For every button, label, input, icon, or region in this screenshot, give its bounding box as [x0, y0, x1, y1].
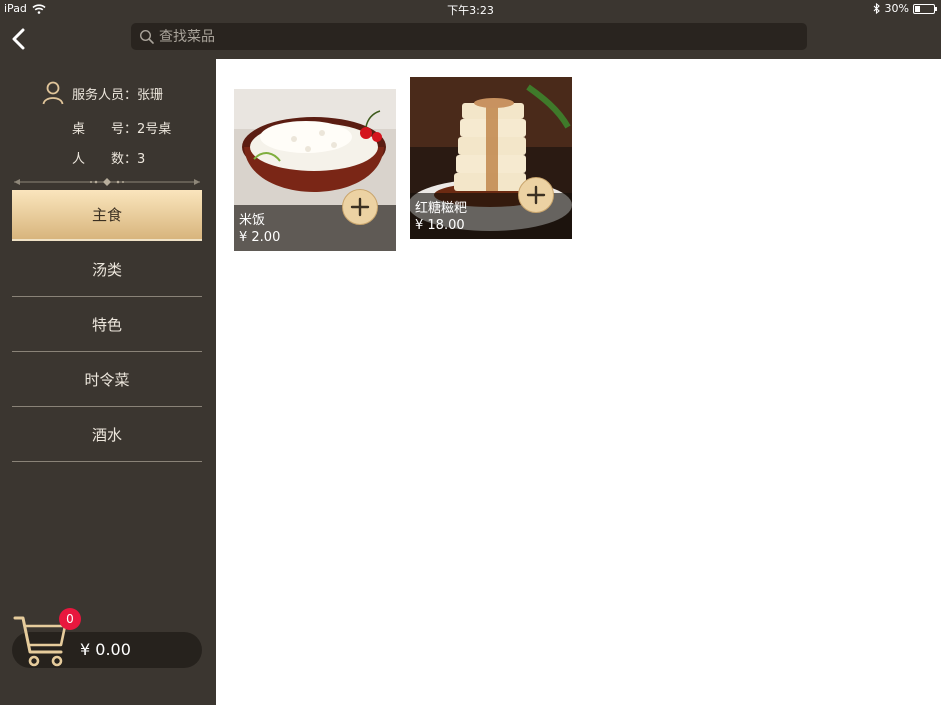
staff-row: 服务人员：张珊	[72, 84, 163, 103]
dish-card[interactable]: 红糖糍粑 ¥ 18.00	[410, 77, 572, 239]
category-label: 酒水	[91, 426, 122, 444]
category-label: 汤类	[91, 261, 122, 279]
category-soup[interactable]: 汤类	[12, 243, 202, 297]
add-to-cart-button[interactable]	[342, 189, 378, 225]
search-icon	[139, 29, 154, 44]
dish-name: 红糖糍粑	[415, 201, 468, 216]
cart-total: ¥ 0.00	[80, 640, 131, 659]
bluetooth-icon	[873, 3, 880, 14]
guests-value: 3	[137, 152, 146, 167]
category-label: 主食	[91, 206, 122, 224]
staff-label: 服务人员：	[72, 88, 138, 103]
table-row: 桌 号：2号桌	[72, 118, 171, 137]
dish-card[interactable]: 米饭 ¥ 2.00	[234, 89, 396, 251]
nav-bar	[0, 18, 941, 59]
table-value: 2号桌	[137, 122, 172, 137]
sidebar: 服务人员：张珊 桌 号：2号桌 人 数：3 主食 汤类 特色 时令菜 酒水 ¥ …	[0, 59, 216, 705]
guests-row: 人 数：3	[72, 148, 145, 167]
category-label: 特色	[91, 316, 122, 334]
battery-percent: 30%	[884, 2, 909, 15]
category-seasonal[interactable]: 时令菜	[12, 353, 202, 407]
staff-name: 张珊	[137, 88, 164, 103]
battery-icon	[913, 3, 937, 14]
ornament-divider	[14, 178, 200, 186]
cart-count-badge: 0	[59, 608, 81, 630]
status-bar: iPad 下午3:23 30%	[0, 0, 941, 18]
add-to-cart-button[interactable]	[518, 177, 554, 213]
table-label: 桌 号：	[72, 122, 138, 137]
category-specialty[interactable]: 特色	[12, 298, 202, 352]
category-drinks[interactable]: 酒水	[12, 408, 202, 462]
search-input[interactable]	[159, 28, 759, 45]
dish-grid: 米饭 ¥ 2.00 红糖糍粑 ¥ 18.00	[216, 59, 941, 705]
search-bar[interactable]	[131, 23, 807, 50]
guests-label: 人 数：	[72, 152, 138, 167]
category-label: 时令菜	[84, 371, 130, 389]
dish-name: 米饭	[239, 213, 266, 228]
plus-icon	[526, 185, 546, 205]
user-icon	[42, 81, 64, 105]
dish-price: ¥ 18.00	[415, 218, 465, 233]
back-button[interactable]	[6, 26, 30, 52]
category-staple[interactable]: 主食	[12, 190, 202, 241]
status-time: 下午3:23	[447, 4, 494, 17]
dish-price: ¥ 2.00	[239, 230, 281, 245]
plus-icon	[350, 197, 370, 217]
chevron-left-icon	[12, 28, 25, 50]
